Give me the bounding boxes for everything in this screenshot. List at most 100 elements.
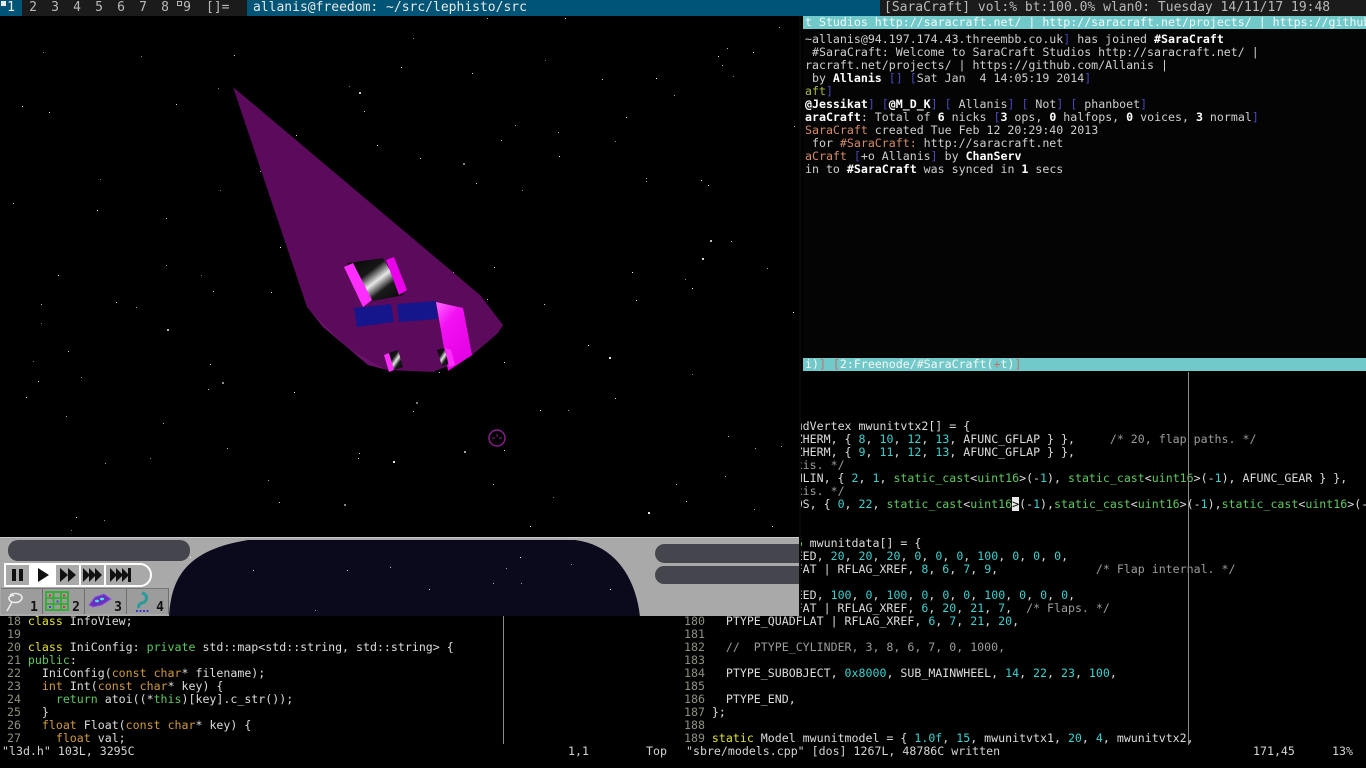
line-number: 19 <box>0 627 28 641</box>
toolbar-number: 2 <box>72 601 80 614</box>
code-line: }; <box>712 705 726 719</box>
star <box>571 564 572 565</box>
code-line: { PTYPE_TANLIN, { 2, 1, static_cast<uint… <box>712 471 1347 485</box>
vim-scroll-indicator: 13% <box>1332 745 1353 758</box>
workspace-2[interactable]: 2 <box>22 0 44 16</box>
workspace-indicator <box>1 1 6 6</box>
line-number: 183 <box>684 653 712 667</box>
star <box>506 568 507 569</box>
status-text: [SaraCraft] vol:% bt:100.0% wlan0: Tuesd… <box>884 0 1330 16</box>
sector-grid-icon <box>45 591 71 613</box>
toolbar-number: 1 <box>30 601 38 614</box>
color-column <box>1188 372 1189 745</box>
vim-left-window[interactable]: 18 class InfoView; 19 20 class IniConfig… <box>0 615 681 768</box>
play-icon <box>35 568 51 582</box>
line-number: 184 <box>684 666 712 680</box>
line-number: 181 <box>684 627 712 641</box>
line-number: 186 <box>684 692 712 706</box>
toolbar-button-4[interactable]: 4 <box>127 588 169 614</box>
code-line: class IniConfig: private std::map<std::s… <box>28 640 454 654</box>
star <box>493 583 494 584</box>
line-number: 187 <box>684 705 712 719</box>
irc-message: by Allanis [] [Sat Jan 4 14:05:19 2014] <box>805 72 1091 85</box>
star <box>347 570 348 571</box>
toolbar-button-1[interactable]: 1 <box>1 588 43 614</box>
code-line: PTYPE_END, <box>712 692 796 706</box>
toolbar-button-3[interactable]: 3 <box>85 588 127 614</box>
irc-message: in to #SaraCraft was synced in 1 secs <box>805 163 1063 176</box>
line-number: 26 <box>0 718 28 732</box>
star <box>190 557 191 558</box>
line-number: 185 <box>684 679 712 693</box>
pause-button[interactable] <box>6 565 31 585</box>
line-number: 182 <box>684 640 712 654</box>
star <box>429 589 430 590</box>
fastest-forward-icon <box>110 568 132 582</box>
irc-status-bar: i)] [2:Freenode/#SaraCraft(+t)] <box>803 358 1366 371</box>
play-button[interactable] <box>31 565 56 585</box>
code-line: public: <box>28 653 77 667</box>
line-number: 180 <box>684 614 712 628</box>
toolbar-button-2[interactable]: 2 <box>43 588 85 614</box>
layout-icon[interactable]: []= <box>206 0 229 16</box>
control-panel: 1 2 <box>0 537 801 616</box>
line-number: 23 <box>0 679 28 693</box>
lasso-icon <box>3 591 29 613</box>
spaceship <box>0 16 801 537</box>
code-line: { PTYPE_CROS, { 0, 22, static_cast<uint1… <box>712 497 1366 511</box>
line-number: 20 <box>0 640 28 654</box>
readout-bar-top <box>655 544 801 563</box>
line-number: 18 <box>0 614 28 628</box>
pause-icon <box>10 568 26 582</box>
ship-icon <box>87 591 113 613</box>
color-column <box>503 615 504 744</box>
code-line: return atoi((*this)[key].c_str()); <box>28 692 293 706</box>
fast-forward-button[interactable] <box>56 565 81 585</box>
faster-forward-button[interactable] <box>81 565 106 585</box>
vim-command-line: "sbre/models.cpp" [dos] 1267L, 48786C wr… <box>686 745 1000 758</box>
game-viewport <box>0 16 801 537</box>
code-line: static Model mwunitmodel = { 1.0f, 15, m… <box>712 731 1194 745</box>
game-window[interactable]: 1 2 <box>0 16 801 616</box>
workspace-3[interactable]: 3 <box>44 0 66 16</box>
fastest-forward-button[interactable] <box>106 565 136 585</box>
code-line: class InfoView; <box>28 614 133 628</box>
star <box>520 557 521 558</box>
workspace-6[interactable]: 6 <box>110 0 132 16</box>
vim-ruler: 171,45 <box>1253 745 1295 758</box>
line-number: 189 <box>684 731 712 745</box>
workspace-8[interactable]: 8 <box>154 0 176 16</box>
nav-target-ring <box>489 430 505 446</box>
star <box>521 583 522 584</box>
workspace-7[interactable]: 7 <box>132 0 154 16</box>
window-title: allanis@freedom: ~/src/lephisto/src <box>247 0 880 16</box>
star <box>253 570 254 571</box>
code-line: float Float(const char* key) { <box>28 718 251 732</box>
workspace-9[interactable]: 9 <box>176 0 198 16</box>
hook-icon <box>129 591 155 613</box>
star <box>315 610 316 611</box>
workspace-1[interactable]: 1 <box>0 0 22 16</box>
code-line: int Int(const char* key) { <box>28 679 223 693</box>
line-number: 24 <box>0 692 28 706</box>
cursor: > <box>1012 497 1019 511</box>
vim-scroll-indicator: Top <box>646 745 667 758</box>
code-line: PTYPE_QUADFLAT | RFLAG_XREF, 6, 7, 21, 2… <box>712 614 1019 628</box>
workspace-4[interactable]: 4 <box>66 0 88 16</box>
line-number: 22 <box>0 666 28 680</box>
readout-bar-bottom <box>655 566 801 584</box>
vim-command-line: "l3d.h" 103L, 3295C <box>2 745 135 758</box>
code-line: IniConfig(const char* filename); <box>28 666 265 680</box>
hud-toolbar: 1 2 <box>1 588 169 614</box>
message-display <box>8 540 190 561</box>
star <box>390 567 391 568</box>
code-line: float val; <box>28 731 126 745</box>
vim-ruler: 1,1 <box>568 745 589 758</box>
line-number: 188 <box>684 718 712 732</box>
irc-window[interactable]: t Studios http://saracraft.net/ | http:/… <box>803 16 1366 372</box>
code-line: PTYPE_SUBOBJECT, 0x8000, SUB_MAINWHEEL, … <box>712 666 1117 680</box>
line-number: 21 <box>0 653 28 667</box>
workspace-5[interactable]: 5 <box>88 0 110 16</box>
speed-controls <box>4 563 152 587</box>
faster-forward-icon <box>83 568 103 582</box>
